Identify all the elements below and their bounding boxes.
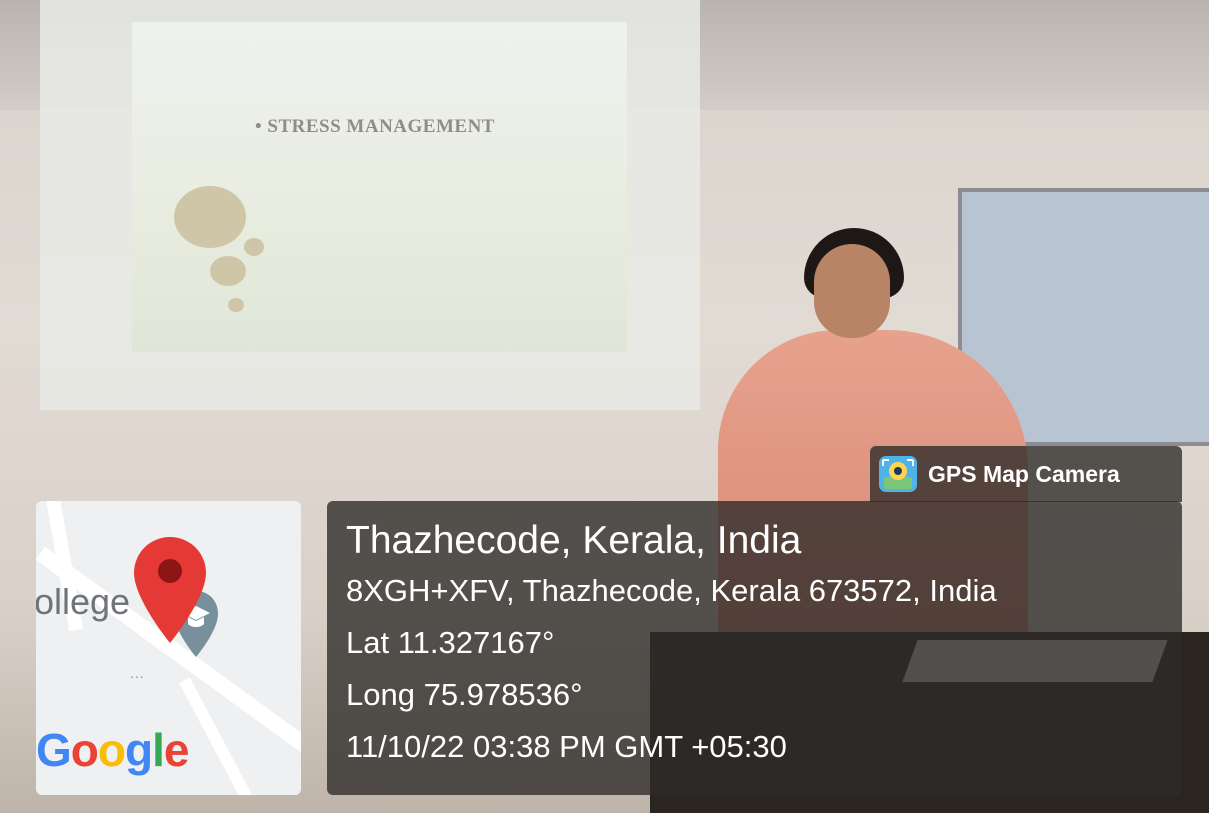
longitude: Long 75.978536°: [346, 677, 583, 712]
slide-decoration-circle: [174, 186, 246, 248]
timestamp: 11/10/22 03:38 PM GMT +05:30: [346, 729, 787, 764]
gps-camera-icon: [879, 456, 917, 492]
slide-decoration-circle: [244, 238, 264, 256]
location-info-panel: Thazhecode, Kerala, India 8XGH+XFV, Thaz…: [327, 501, 1182, 795]
slide-decoration-circle: [228, 298, 244, 312]
location-pin-icon: [134, 537, 206, 643]
address: 8XGH+XFV, Thazhecode, Kerala 673572, Ind…: [346, 573, 997, 608]
map-place-label: ollege: [36, 581, 131, 622]
map-thumbnail[interactable]: ollege ... Google: [36, 501, 301, 795]
place-name: Thazhecode, Kerala, India: [346, 519, 802, 562]
presenter-face: [814, 244, 890, 338]
badge-label: GPS Map Camera: [928, 461, 1120, 487]
google-logo: Google: [36, 724, 189, 776]
map-dots: ...: [130, 665, 145, 681]
slide-title: • STRESS MANAGEMENT: [255, 116, 495, 137]
gps-map-camera-badge: GPS Map Camera: [870, 446, 1182, 502]
slide-decoration-circle: [210, 256, 246, 286]
latitude: Lat 11.327167°: [346, 625, 555, 660]
